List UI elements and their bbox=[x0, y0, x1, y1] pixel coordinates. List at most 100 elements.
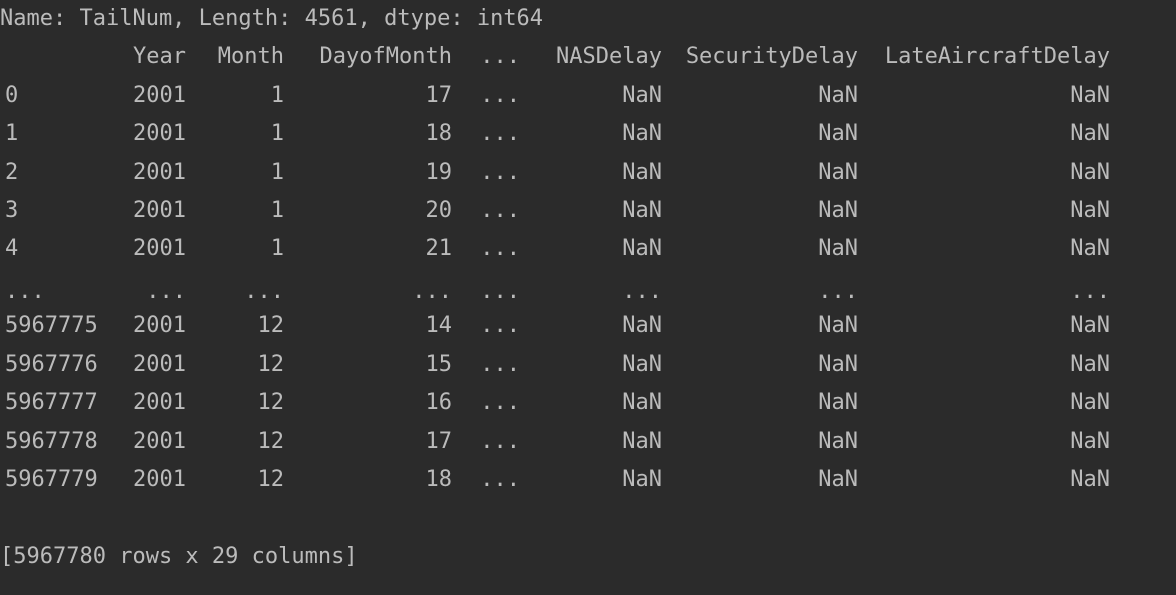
cell-ellipsis: ... bbox=[480, 279, 520, 304]
cell-index: 5967776 bbox=[5, 352, 98, 377]
cell-lateaircraftdelay: NaN bbox=[1070, 121, 1110, 146]
series-footer-line: Name: TailNum, Length: 4561, dtype: int6… bbox=[0, 6, 544, 31]
cell-nasdelay: NaN bbox=[622, 236, 662, 261]
cell-dayofmonth: 20 bbox=[425, 198, 453, 223]
cell-nasdelay: NaN bbox=[622, 198, 662, 223]
cell-ellipsis: ... bbox=[480, 352, 520, 377]
cell-year: 2001 bbox=[133, 352, 186, 377]
cell-year: 2001 bbox=[133, 83, 186, 108]
cell-lateaircraftdelay: NaN bbox=[1070, 390, 1110, 415]
cell-dayofmonth: 21 bbox=[425, 236, 453, 261]
cell-index: 0 bbox=[5, 83, 19, 108]
cell-securitydelay: NaN bbox=[818, 429, 858, 454]
cell-index: 5967777 bbox=[5, 390, 98, 415]
cell-month: 1 bbox=[270, 160, 284, 185]
cell-dayofmonth: 18 bbox=[425, 467, 453, 492]
cell-nasdelay: NaN bbox=[622, 160, 662, 185]
cell-securitydelay: NaN bbox=[818, 198, 858, 223]
header-index bbox=[5, 42, 115, 72]
table-row: 2 2001 1 19... NaN NaN NaN bbox=[0, 158, 1176, 188]
cell-index: 3 bbox=[5, 198, 19, 223]
cell-dayofmonth: 19 bbox=[425, 160, 453, 185]
cell-ellipsis: ... bbox=[480, 160, 520, 185]
cell-securitydelay: NaN bbox=[818, 352, 858, 377]
cell-securitydelay: NaN bbox=[818, 83, 858, 108]
cell-nasdelay: NaN bbox=[622, 121, 662, 146]
cell-dayofmonth: 18 bbox=[425, 121, 453, 146]
cell-securitydelay: NaN bbox=[818, 160, 858, 185]
header-ellipsis: ... bbox=[480, 44, 520, 69]
table-row: ........................ bbox=[0, 277, 1176, 307]
cell-nasdelay: NaN bbox=[622, 467, 662, 492]
cell-year: 2001 bbox=[133, 121, 186, 146]
cell-ellipsis: ... bbox=[480, 390, 520, 415]
table-row: 4 2001 1 21... NaN NaN NaN bbox=[0, 234, 1176, 264]
cell-index: 2 bbox=[5, 160, 19, 185]
cell-index: 4 bbox=[5, 236, 19, 261]
cell-month: 12 bbox=[257, 390, 285, 415]
cell-year: ... bbox=[146, 279, 186, 304]
table-row: 1 2001 1 18... NaN NaN NaN bbox=[0, 119, 1176, 149]
cell-nasdelay: ... bbox=[622, 279, 662, 304]
header-securitydelay: SecurityDelay bbox=[685, 44, 858, 69]
cell-ellipsis: ... bbox=[480, 313, 520, 338]
cell-securitydelay: NaN bbox=[818, 313, 858, 338]
cell-nasdelay: NaN bbox=[622, 313, 662, 338]
cell-nasdelay: NaN bbox=[622, 83, 662, 108]
cell-dayofmonth: 17 bbox=[425, 429, 453, 454]
cell-dayofmonth: 15 bbox=[425, 352, 453, 377]
header-dayofmonth: DayofMonth bbox=[319, 44, 452, 69]
cell-year: 2001 bbox=[133, 236, 186, 261]
table-row: 5967778 2001 12 17... NaN NaN NaN bbox=[0, 427, 1176, 457]
header-year: Year bbox=[133, 44, 186, 69]
cell-ellipsis: ... bbox=[480, 467, 520, 492]
cell-year: 2001 bbox=[133, 160, 186, 185]
header-month: Month bbox=[217, 44, 284, 69]
cell-dayofmonth: 14 bbox=[425, 313, 453, 338]
cell-ellipsis: ... bbox=[480, 429, 520, 454]
cell-year: 2001 bbox=[133, 429, 186, 454]
cell-year: 2001 bbox=[133, 390, 186, 415]
cell-index: 5967779 bbox=[5, 467, 98, 492]
cell-ellipsis: ... bbox=[480, 83, 520, 108]
cell-lateaircraftdelay: NaN bbox=[1070, 198, 1110, 223]
header-nasdelay: NASDelay bbox=[556, 44, 662, 69]
cell-dayofmonth: 17 bbox=[425, 83, 453, 108]
cell-year: 2001 bbox=[133, 467, 186, 492]
cell-year: 2001 bbox=[133, 313, 186, 338]
cell-lateaircraftdelay: NaN bbox=[1070, 160, 1110, 185]
cell-securitydelay: NaN bbox=[818, 121, 858, 146]
cell-index: 5967775 bbox=[5, 313, 98, 338]
table-row: 5967776 2001 12 15... NaN NaN NaN bbox=[0, 350, 1176, 380]
cell-securitydelay: ... bbox=[818, 279, 858, 304]
cell-securitydelay: NaN bbox=[818, 467, 858, 492]
cell-nasdelay: NaN bbox=[622, 352, 662, 377]
cell-month: 12 bbox=[257, 352, 285, 377]
cell-lateaircraftdelay: NaN bbox=[1070, 83, 1110, 108]
cell-month: ... bbox=[244, 279, 284, 304]
cell-month: 1 bbox=[270, 198, 284, 223]
dataframe-header-row: Year Month DayofMonth ... NASDelay Secur… bbox=[0, 42, 1176, 72]
cell-year: 2001 bbox=[133, 198, 186, 223]
cell-lateaircraftdelay: NaN bbox=[1070, 313, 1110, 338]
cell-ellipsis: ... bbox=[480, 198, 520, 223]
cell-dayofmonth: ... bbox=[412, 279, 452, 304]
cell-month: 12 bbox=[257, 467, 285, 492]
cell-lateaircraftdelay: NaN bbox=[1070, 467, 1110, 492]
cell-ellipsis: ... bbox=[480, 236, 520, 261]
cell-lateaircraftdelay: NaN bbox=[1070, 236, 1110, 261]
cell-lateaircraftdelay: NaN bbox=[1070, 352, 1110, 377]
cell-index: 5967778 bbox=[5, 429, 98, 454]
cell-month: 1 bbox=[270, 121, 284, 146]
cell-lateaircraftdelay: NaN bbox=[1070, 429, 1110, 454]
cell-securitydelay: NaN bbox=[818, 390, 858, 415]
cell-ellipsis: ... bbox=[480, 121, 520, 146]
table-row: 5967777 2001 12 16... NaN NaN NaN bbox=[0, 388, 1176, 418]
table-row: 0 2001 1 17... NaN NaN NaN bbox=[0, 81, 1176, 111]
cell-month: 12 bbox=[257, 313, 285, 338]
cell-index: 1 bbox=[5, 121, 19, 146]
cell-nasdelay: NaN bbox=[622, 429, 662, 454]
cell-nasdelay: NaN bbox=[622, 390, 662, 415]
cell-month: 1 bbox=[270, 236, 284, 261]
header-lateaircraftdelay: LateAircraftDelay bbox=[884, 44, 1110, 69]
